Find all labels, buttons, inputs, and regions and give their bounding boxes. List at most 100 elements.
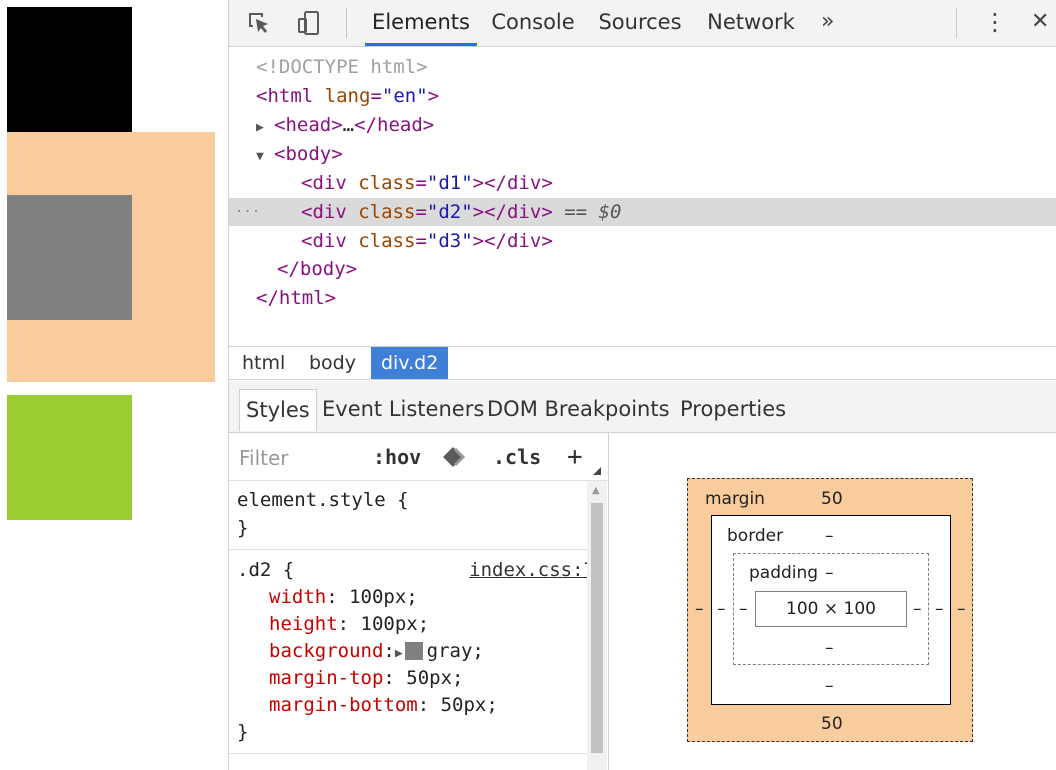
- declaration-margin-bottom[interactable]: margin-bottom: 50px;: [269, 692, 498, 719]
- breadcrumb-div-d2[interactable]: div.d2: [371, 347, 449, 379]
- d3-box: [7, 395, 132, 520]
- tab-elements[interactable]: Elements: [365, 0, 477, 46]
- dom-line-head[interactable]: ▶ <head>…</head>: [229, 111, 1056, 139]
- d1-box: [7, 7, 132, 132]
- dom-line-div-d2-selected[interactable]: ··· <div class="d2"></div> == $0: [229, 198, 1056, 226]
- declaration-width[interactable]: width: 100px;: [269, 584, 418, 611]
- new-rule-button[interactable]: +: [567, 433, 583, 481]
- dom-line-body[interactable]: ▼ <body>: [229, 140, 1056, 168]
- rule-source-link[interactable]: index.css:7: [469, 557, 595, 584]
- cls-button[interactable]: .cls: [493, 433, 541, 481]
- class-value-d1: "d1": [426, 172, 473, 194]
- padding-left-value[interactable]: –: [739, 599, 748, 619]
- kebab-menu-icon[interactable]: ⋮: [983, 0, 1007, 46]
- inspect-element-icon[interactable]: [245, 9, 273, 37]
- div-close-tag: div: [506, 201, 542, 223]
- d2-box: [7, 195, 132, 320]
- tab-network[interactable]: Network: [703, 0, 799, 46]
- html-lang-attr: lang: [324, 85, 371, 107]
- dom-line-html[interactable]: <html lang="en">: [229, 82, 1056, 110]
- margin-right-value[interactable]: –: [957, 599, 966, 619]
- padding-bottom-value[interactable]: –: [825, 638, 834, 658]
- breadcrumb-body[interactable]: body: [299, 347, 366, 379]
- head-close-tag: head: [377, 114, 423, 136]
- expand-triangle-icon[interactable]: ▶: [256, 114, 274, 142]
- margin-top-value[interactable]: 50: [821, 489, 843, 509]
- dom-line-div-d3[interactable]: <div class="d3"></div>: [229, 227, 1056, 255]
- scrollbar-thumb[interactable]: [591, 503, 603, 753]
- close-icon[interactable]: ✕: [1031, 0, 1049, 46]
- toolbar-divider-right: [956, 8, 957, 38]
- margin-left-value[interactable]: –: [695, 599, 704, 619]
- element-style-close: }: [237, 517, 249, 539]
- rule-divider: [229, 753, 591, 754]
- dom-tree: <!DOCTYPE html> <html lang="en"> ▶ <head>…: [229, 47, 1056, 345]
- more-actions-dots[interactable]: ···: [235, 198, 260, 226]
- box-model-pane: 100 × 100 margin 50 50 – – border – – – …: [609, 433, 1056, 770]
- tab-dom-breakpoints[interactable]: DOM Breakpoints: [481, 389, 676, 431]
- margin-bottom-value[interactable]: 50: [821, 714, 843, 734]
- border-left-value[interactable]: –: [717, 599, 726, 619]
- devtools-toolbar: Elements Console Sources Network » ⋮ ✕: [229, 0, 1056, 47]
- tab-event-listeners[interactable]: Event Listeners: [316, 389, 490, 431]
- toolbar-divider: [346, 8, 347, 38]
- div-tag: div: [312, 201, 347, 223]
- scroll-up-icon[interactable]: ▲: [592, 485, 600, 496]
- doctype-text: <!DOCTYPE html>: [256, 56, 428, 78]
- rule-divider: [229, 549, 591, 550]
- dom-line-doctype[interactable]: <!DOCTYPE html>: [229, 53, 1056, 81]
- device-toolbar-icon[interactable]: [295, 9, 323, 37]
- declaration-margin-top[interactable]: margin-top: 50px;: [269, 665, 463, 692]
- expand-triangle-icon[interactable]: ▶: [395, 646, 403, 661]
- box-model-content[interactable]: 100 × 100: [755, 591, 907, 627]
- declaration-background[interactable]: background:▶ gray;: [269, 638, 484, 665]
- border-top-value[interactable]: –: [825, 526, 834, 546]
- border-bottom-value[interactable]: –: [825, 676, 834, 696]
- padding-top-value[interactable]: –: [825, 563, 834, 583]
- page-preview: [0, 0, 228, 770]
- breadcrumb: html body div.d2: [229, 346, 1056, 380]
- class-value-d2: "d2": [426, 201, 473, 223]
- rule-selector[interactable]: .d2 {: [237, 557, 294, 584]
- class-attr: class: [358, 172, 416, 194]
- html-tag: html: [267, 85, 314, 107]
- html-close-tag: html: [278, 287, 325, 309]
- tab-styles[interactable]: Styles: [239, 389, 317, 431]
- style-rules: element.style { } .d2 { index.css:7 widt…: [229, 481, 595, 770]
- sidebar-tabs: Styles Event Listeners DOM Breakpoints P…: [229, 381, 1056, 433]
- breadcrumb-html[interactable]: html: [232, 347, 295, 379]
- div-tag: div: [312, 230, 347, 252]
- dom-line-html-close[interactable]: </html>: [229, 284, 1056, 312]
- head-ellipsis: …: [342, 114, 355, 136]
- tab-sources[interactable]: Sources: [595, 0, 685, 46]
- html-lang-value: "en": [381, 85, 428, 107]
- element-style-selector[interactable]: element.style {: [237, 487, 409, 514]
- dom-line-div-d1[interactable]: <div class="d1"></div>: [229, 169, 1056, 197]
- tab-properties[interactable]: Properties: [674, 389, 792, 431]
- rule-close: }: [237, 721, 249, 743]
- body-close-tag: body: [299, 258, 346, 280]
- filter-input[interactable]: [237, 441, 361, 475]
- border-right-value[interactable]: –: [935, 599, 944, 619]
- dom-line-body-close[interactable]: </body>: [229, 255, 1056, 283]
- class-attr: class: [358, 230, 416, 252]
- rendering-toggle-icon[interactable]: [441, 433, 473, 481]
- styles-scrollbar[interactable]: ▲: [587, 481, 607, 770]
- hov-button[interactable]: :hov: [373, 433, 421, 481]
- styles-pane: :hov .cls + element.style { } .d2 { inde…: [229, 433, 609, 770]
- declaration-height[interactable]: height: 100px;: [269, 611, 429, 638]
- more-tabs-icon[interactable]: »: [821, 0, 834, 46]
- color-swatch[interactable]: [404, 642, 423, 660]
- class-value-d3: "d3": [426, 230, 473, 252]
- head-tag: head: [285, 114, 332, 136]
- styles-filter-bar: :hov .cls +: [229, 433, 608, 481]
- margin-label: margin: [705, 489, 765, 509]
- border-label: border: [727, 526, 784, 546]
- padding-label: padding: [749, 563, 819, 583]
- div-close-tag: div: [506, 230, 542, 252]
- padding-right-value[interactable]: –: [913, 599, 922, 619]
- div-close-tag: div: [506, 172, 542, 194]
- tab-console[interactable]: Console: [487, 0, 579, 46]
- div-tag: div: [312, 172, 347, 194]
- collapse-triangle-icon[interactable]: ▼: [256, 143, 274, 171]
